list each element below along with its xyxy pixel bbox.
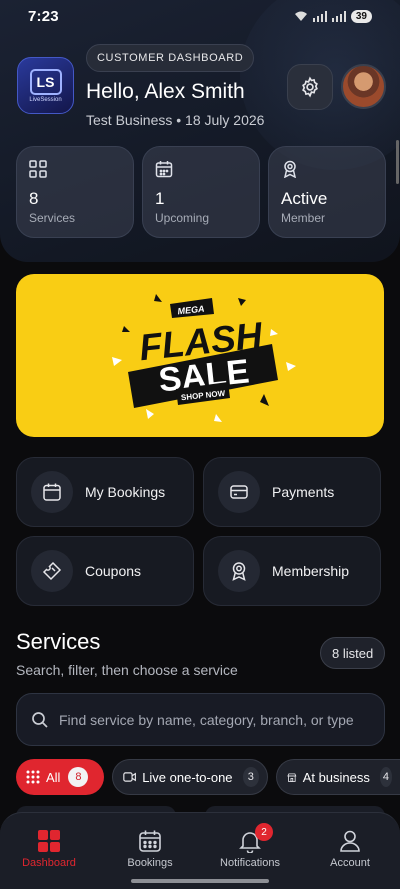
calendar-icon [139, 830, 161, 852]
business-date-line: Test Business • 18 July 2026 [86, 112, 265, 128]
nav-dashboard[interactable]: Dashboard [4, 829, 94, 869]
membership-button[interactable]: Membership [203, 536, 381, 606]
business-logo: LS LiveSession [17, 57, 74, 114]
services-subtitle: Search, filter, then choose a service [16, 662, 238, 678]
dashboard-icon [38, 830, 60, 852]
quick-action-label: Payments [272, 484, 335, 500]
award-icon [283, 160, 297, 178]
status-icons: 39 [294, 9, 372, 23]
home-indicator[interactable] [131, 879, 269, 883]
stat-upcoming: 1 Upcoming [142, 146, 260, 238]
payments-button[interactable]: Payments [203, 457, 381, 527]
notification-badge: 2 [255, 823, 273, 841]
search-input[interactable] [59, 711, 379, 728]
filter-chip-live[interactable]: Live one-to-one 3 [112, 759, 268, 795]
status-time: 7:23 [28, 7, 59, 25]
filter-label: At business [302, 769, 370, 785]
wifi-icon [294, 11, 307, 21]
filter-label: All [46, 769, 61, 785]
store-icon [287, 772, 297, 782]
services-title: Services [16, 629, 101, 654]
signal-icon [312, 10, 327, 22]
signal-icon-2 [331, 10, 346, 22]
flash-sale-banner[interactable]: MEGA FLASH SALE SHOP NOW [16, 274, 384, 437]
gear-icon [302, 76, 318, 98]
filter-count: 4 [379, 767, 392, 787]
filter-chip-all[interactable]: All 8 [16, 759, 104, 795]
scrollbar[interactable] [396, 140, 399, 184]
battery-icon: 39 [350, 9, 372, 23]
stat-value: Active [281, 189, 328, 208]
calendar-icon [31, 471, 73, 513]
quick-action-label: My Bookings [85, 484, 166, 500]
stat-label: Upcoming [155, 211, 210, 225]
settings-button[interactable] [287, 64, 333, 110]
dashboard-pill: CUSTOMER DASHBOARD [86, 44, 255, 72]
nav-label: Account [330, 857, 370, 869]
nav-label: Dashboard [22, 857, 76, 869]
nav-account[interactable]: Account [305, 829, 395, 869]
calendar-icon [155, 161, 173, 178]
nav-label: Notifications [220, 857, 280, 869]
award-icon [218, 550, 260, 592]
ticket-icon [31, 550, 73, 592]
status-bar: 7:23 39 [0, 0, 400, 32]
nav-bookings[interactable]: Bookings [105, 829, 195, 869]
logo-text: LiveSession [29, 96, 62, 103]
greeting: Hello, Alex Smith [86, 80, 245, 103]
video-icon [123, 772, 136, 782]
listed-count-badge: 8 listed [320, 637, 386, 669]
nav-label: Bookings [127, 857, 173, 869]
grid-dots-icon [26, 770, 40, 784]
my-bookings-button[interactable]: My Bookings [16, 457, 194, 527]
bottom-nav: Dashboard Bookings 2 Notifications Accou… [0, 812, 400, 889]
nav-notifications[interactable]: 2 Notifications [205, 823, 295, 869]
coupons-button[interactable]: Coupons [16, 536, 194, 606]
avatar[interactable] [341, 64, 386, 109]
user-icon [340, 830, 360, 852]
quick-action-label: Membership [272, 563, 350, 579]
filter-chip-at-business[interactable]: At business 4 [276, 759, 400, 795]
stat-label: Services [29, 211, 76, 225]
quick-action-label: Coupons [85, 563, 142, 579]
service-search[interactable] [16, 693, 385, 746]
stat-value: 1 [155, 189, 165, 208]
stat-label: Member [281, 211, 326, 225]
filter-count: 3 [242, 767, 259, 787]
grid-icon [29, 160, 47, 178]
flash-sale-graphic: MEGA FLASH SALE SHOP NOW [112, 294, 296, 422]
card-icon [218, 471, 260, 513]
filter-label: Live one-to-one [142, 769, 233, 785]
stat-services: 8 Services [16, 146, 134, 238]
logo-mark: LS [29, 68, 62, 95]
search-icon [32, 711, 48, 728]
filter-count: 8 [68, 767, 89, 787]
stat-value: 8 [29, 189, 39, 208]
stat-member: Active Member [268, 146, 386, 238]
